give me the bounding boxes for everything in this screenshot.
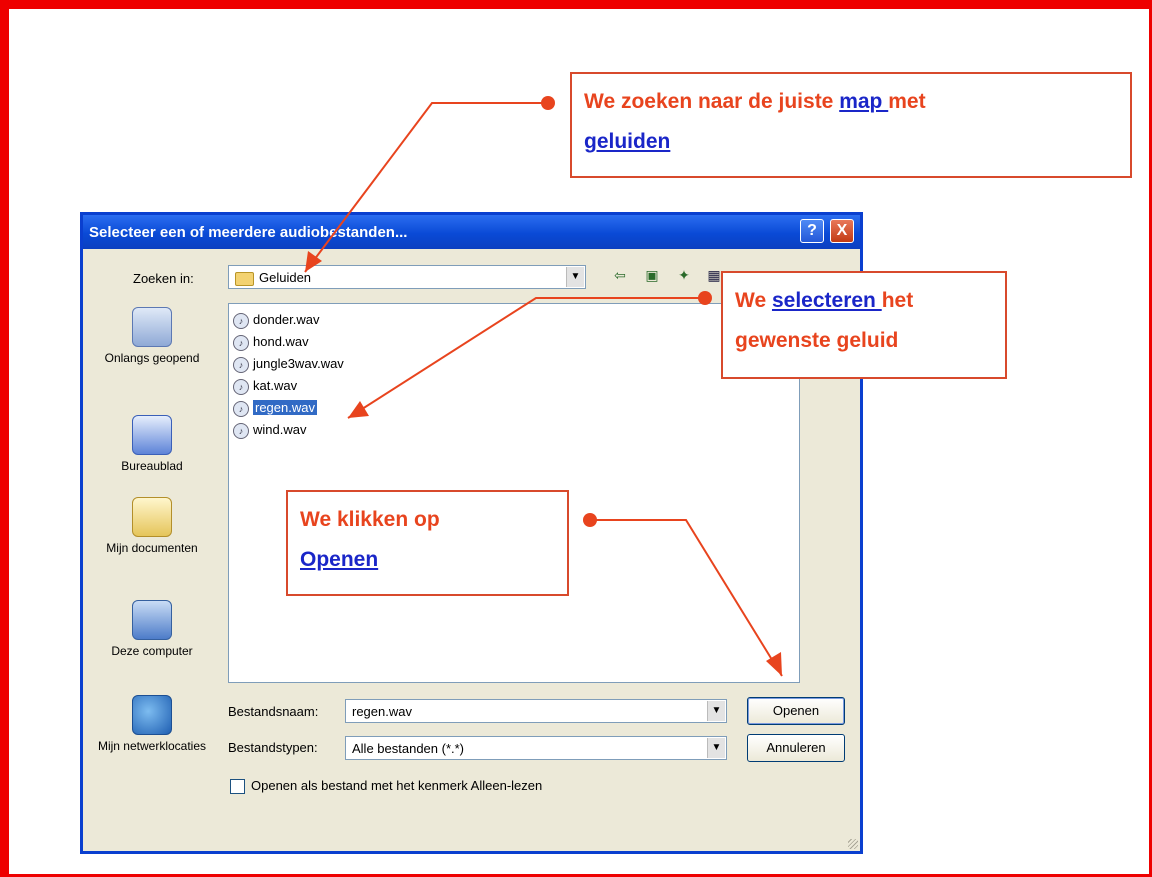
new-folder-icon[interactable]: ✦ — [675, 266, 693, 284]
audio-file-icon: ♪ — [233, 356, 249, 373]
callout-select: We selecteren het gewenste geluid — [721, 271, 1007, 379]
resize-grip-icon[interactable] — [848, 839, 858, 849]
list-item[interactable]: ♪ kat.wav — [233, 376, 297, 396]
readonly-checkbox-label: Openen als bestand met het kenmerk Allee… — [251, 778, 543, 793]
list-item[interactable]: ♪ wind.wav — [233, 420, 306, 440]
close-icon[interactable]: X — [830, 219, 854, 243]
arrow-dot — [541, 96, 555, 110]
recent-documents-icon — [132, 307, 172, 347]
audio-file-icon: ♪ — [233, 422, 249, 439]
filetype-select[interactable]: Alle bestanden (*.*) ▼ — [345, 736, 727, 760]
places-my-documents-label: Mijn documenten — [106, 541, 198, 555]
audio-file-icon: ♪ — [233, 400, 249, 417]
callout-open-link[interactable]: Openen — [300, 548, 378, 571]
filetype-value: Alle bestanden (*.*) — [352, 741, 465, 756]
list-item[interactable]: ♪ hond.wav — [233, 332, 309, 352]
look-in-label: Zoeken in: — [133, 271, 194, 286]
places-network[interactable]: Mijn netwerklocaties — [93, 695, 211, 753]
list-item[interactable]: ♪ donder.wav — [233, 310, 320, 330]
places-desktop-label: Bureaublad — [121, 459, 183, 473]
places-recent-label: Onlangs geopend — [104, 351, 200, 365]
up-folder-icon[interactable]: ▣ — [643, 266, 661, 284]
filetype-label: Bestandstypen: — [228, 740, 318, 755]
list-item-selected[interactable]: ♪ regen.wav — [233, 398, 317, 418]
filename-input[interactable]: regen.wav ▼ — [345, 699, 727, 723]
look-in-dropdown[interactable]: Geluiden ▼ — [228, 265, 586, 289]
callout-map-link-geluiden[interactable]: geluiden — [584, 130, 670, 153]
audio-file-icon: ♪ — [233, 378, 249, 395]
places-my-documents[interactable]: Mijn documenten — [93, 497, 211, 555]
places-desktop[interactable]: Bureaublad — [93, 415, 211, 473]
audio-file-icon: ♪ — [233, 334, 249, 351]
callout-map-link-map[interactable]: map — [839, 90, 888, 113]
audio-file-icon: ♪ — [233, 312, 249, 329]
places-my-computer-label: Deze computer — [111, 644, 193, 658]
filename-label: Bestandsnaam: — [228, 704, 319, 719]
callout-map: We zoeken naar de juiste map met geluide… — [570, 72, 1132, 178]
open-button[interactable]: Openen — [747, 697, 845, 725]
cancel-button[interactable]: Annuleren — [747, 734, 845, 762]
chevron-down-icon[interactable]: ▼ — [707, 738, 725, 758]
callout-select-link[interactable]: selecteren — [772, 289, 882, 312]
look-in-value: Geluiden — [259, 270, 312, 285]
dialog-titlebar[interactable]: Selecteer een of meerdere audiobestanden… — [83, 215, 860, 249]
callout-open: We klikken op Openen — [286, 490, 569, 596]
chevron-down-icon[interactable]: ▼ — [707, 701, 725, 721]
places-recent[interactable]: Onlangs geopend — [93, 307, 211, 365]
back-icon[interactable]: ⇦ — [611, 266, 629, 284]
my-computer-icon — [132, 600, 172, 640]
chevron-down-icon[interactable]: ▼ — [566, 267, 584, 287]
my-documents-icon — [132, 497, 172, 537]
filename-value: regen.wav — [352, 704, 412, 719]
desktop-icon — [132, 415, 172, 455]
help-icon[interactable]: ? — [800, 219, 824, 243]
folder-icon — [235, 271, 254, 286]
dialog-title: Selecteer een of meerdere audiobestanden… — [89, 224, 408, 241]
network-places-icon — [132, 695, 172, 735]
places-network-label: Mijn netwerklocaties — [97, 739, 207, 753]
readonly-checkbox[interactable] — [230, 779, 245, 794]
list-item[interactable]: ♪ jungle3wav.wav — [233, 354, 344, 374]
places-my-computer[interactable]: Deze computer — [93, 600, 211, 658]
